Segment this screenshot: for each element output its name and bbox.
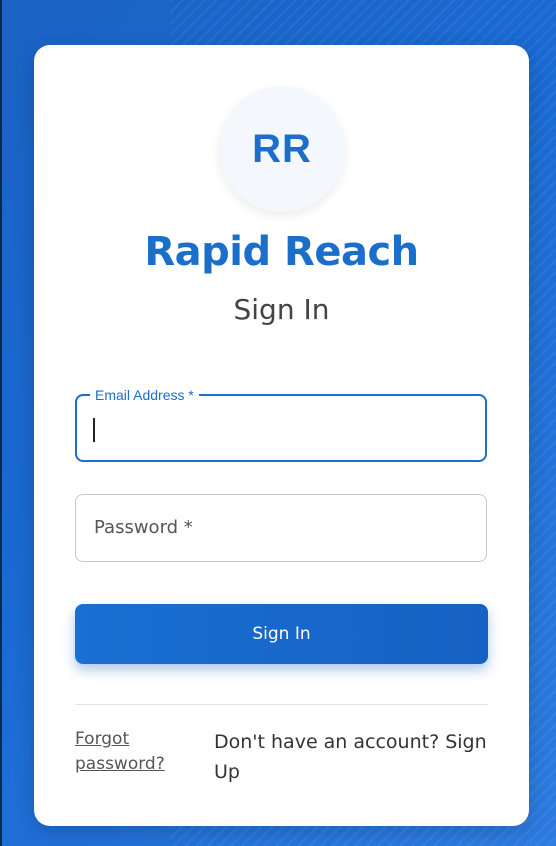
divider — [75, 704, 488, 705]
password-label: Password * — [94, 517, 193, 538]
text-caret — [93, 418, 95, 442]
signin-card: RR Rapid Reach Sign In Email Address * P… — [34, 45, 529, 826]
page-title: Sign In — [233, 293, 330, 326]
forgot-password-link[interactable]: Forgot password? — [75, 727, 185, 777]
signup-link[interactable]: Don't have an account? Sign Up — [214, 727, 499, 787]
email-label: Email Address * — [90, 386, 199, 404]
signin-button[interactable]: Sign In — [75, 604, 488, 664]
password-field[interactable]: Password * — [75, 494, 487, 562]
email-field[interactable]: Email Address * — [75, 386, 487, 462]
brand-name: Rapid Reach — [144, 229, 419, 275]
brand-avatar: RR — [219, 86, 345, 212]
brand-initials: RR — [252, 126, 312, 171]
